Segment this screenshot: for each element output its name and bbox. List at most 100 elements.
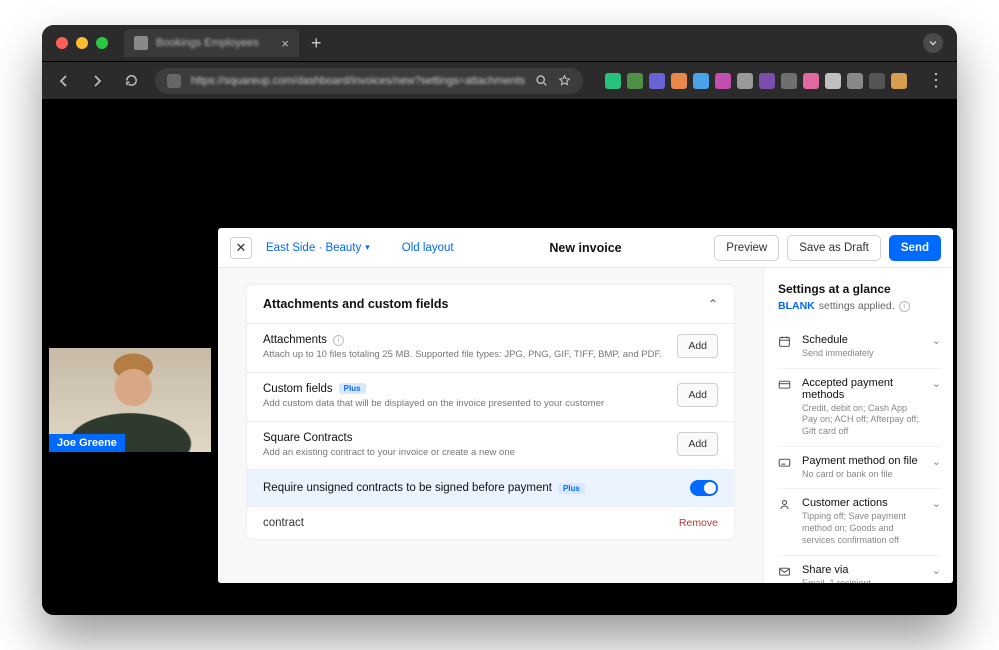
card-icon <box>778 378 792 391</box>
browser-menu-button[interactable]: ⋮ <box>927 70 945 91</box>
row-title: Attachments <box>263 334 327 346</box>
glance-title: Payment method on file <box>802 455 922 467</box>
info-icon[interactable]: i <box>899 301 910 312</box>
require-signed-row: Require unsigned contracts to be signed … <box>247 469 734 506</box>
row-sub: Attach up to 10 files totaling 25 MB. Su… <box>263 349 667 362</box>
location-label: East Side · Beauty <box>266 242 361 254</box>
info-icon[interactable]: i <box>333 335 344 346</box>
glance-item[interactable]: Payment method on file No card or bank on… <box>778 446 941 489</box>
address-bar[interactable]: https://squareup.com/dashboard/invoices/… <box>155 68 583 94</box>
extension-icon[interactable] <box>693 73 709 89</box>
glance-title: Schedule <box>802 334 922 346</box>
nav-reload-button[interactable] <box>121 71 141 91</box>
close-button[interactable]: ✕ <box>230 237 252 259</box>
glance-title: Customer actions <box>802 497 922 509</box>
chevron-down-icon: ▾ <box>365 242 370 253</box>
extension-icon[interactable] <box>869 73 885 89</box>
tabs-overflow-button[interactable] <box>923 33 943 53</box>
site-info-icon[interactable] <box>167 74 181 88</box>
settings-panel: Settings at a glance BLANK settings appl… <box>763 268 953 583</box>
settings-applied-text: settings applied. <box>819 300 895 312</box>
location-dropdown[interactable]: East Side · Beauty ▾ <box>266 242 370 254</box>
card-header[interactable]: Attachments and custom fields ⌃ <box>247 285 734 323</box>
extension-icon[interactable] <box>781 73 797 89</box>
attachments-row: Attachments i Attach up to 10 files tota… <box>247 323 734 372</box>
new-tab-button[interactable]: + <box>311 33 322 54</box>
extension-icon[interactable] <box>605 73 621 89</box>
glance-sub: Email, 1 recipient <box>802 578 922 584</box>
nav-forward-button[interactable] <box>88 71 108 91</box>
extension-icon[interactable] <box>715 73 731 89</box>
app-header: ✕ East Side · Beauty ▾ Old layout New in… <box>218 228 953 268</box>
glance-sub: Tipping off; Save payment method on; Goo… <box>802 511 922 546</box>
browser-window: Bookings Employees × + https://squareup.… <box>42 25 957 615</box>
add-contract-button[interactable]: Add <box>677 432 718 456</box>
traffic-lights <box>56 37 108 49</box>
window-close-button[interactable] <box>56 37 68 49</box>
chevron-down-icon: ⌄ <box>932 455 941 468</box>
plus-badge: Plus <box>558 483 585 494</box>
card-title: Attachments and custom fields <box>263 297 448 311</box>
attachments-card: Attachments and custom fields ⌃ Attachme… <box>246 284 735 540</box>
chevron-up-icon: ⌃ <box>708 297 718 311</box>
app-window: ✕ East Side · Beauty ▾ Old layout New in… <box>218 228 953 583</box>
row-title: Square Contracts <box>263 432 353 444</box>
custom-fields-row: Custom fields Plus Add custom data that … <box>247 372 734 421</box>
nav-back-button[interactable] <box>54 71 74 91</box>
plus-badge: Plus <box>339 383 366 394</box>
tab-close-button[interactable]: × <box>281 36 289 51</box>
extension-icon[interactable] <box>737 73 753 89</box>
chevron-down-icon: ⌄ <box>932 497 941 510</box>
require-signed-toggle[interactable] <box>690 480 718 496</box>
glance-item[interactable]: Accepted payment methodsCredit, debit on… <box>778 368 941 446</box>
extension-icon[interactable] <box>671 73 687 89</box>
window-minimize-button[interactable] <box>76 37 88 49</box>
settings-template-link[interactable]: BLANK <box>778 300 815 312</box>
extension-icon[interactable] <box>891 73 907 89</box>
chevron-down-icon: ⌄ <box>932 334 941 347</box>
settings-title: Settings at a glance <box>778 282 941 296</box>
glance-item[interactable]: ScheduleSend immediately⌄ <box>778 326 941 368</box>
send-button[interactable]: Send <box>889 235 941 261</box>
presenter-webcam: Joe Greene <box>47 346 213 454</box>
extension-icon[interactable] <box>825 73 841 89</box>
person-icon <box>778 498 792 511</box>
main-column: Attachments and custom fields ⌃ Attachme… <box>218 268 763 583</box>
row-title: Custom fields <box>263 383 333 395</box>
extension-icon[interactable] <box>803 73 819 89</box>
row-title: Require unsigned contracts to be signed … <box>263 482 552 494</box>
extensions-strip <box>605 73 907 89</box>
cardfile-icon <box>778 456 792 469</box>
browser-viewport: ✕ East Side · Beauty ▾ Old layout New in… <box>42 99 957 615</box>
contract-name: contract <box>263 517 304 529</box>
row-sub: Add custom data that will be displayed o… <box>263 398 667 411</box>
glance-title: Accepted payment methods <box>802 377 922 401</box>
search-icon[interactable] <box>535 74 548 87</box>
extension-icon[interactable] <box>759 73 775 89</box>
settings-applied: BLANK settings applied. i <box>778 300 941 312</box>
contract-item-row: contract Remove <box>247 506 734 539</box>
presenter-name: Joe Greene <box>49 434 125 452</box>
square-contracts-row: Square Contracts Add an existing contrac… <box>247 421 734 470</box>
add-custom-field-button[interactable]: Add <box>677 383 718 407</box>
tab-favicon <box>134 36 148 50</box>
preview-button[interactable]: Preview <box>714 235 779 261</box>
glance-sub: Credit, debit on; Cash App Pay on; ACH o… <box>802 403 922 438</box>
extension-icon[interactable] <box>847 73 863 89</box>
page-title: New invoice <box>549 241 621 255</box>
window-maximize-button[interactable] <box>96 37 108 49</box>
save-draft-button[interactable]: Save as Draft <box>787 235 881 261</box>
remove-contract-link[interactable]: Remove <box>679 517 718 529</box>
address-bar-url: https://squareup.com/dashboard/invoices/… <box>191 75 525 87</box>
glance-sub: No card or bank on file <box>802 469 922 481</box>
chevron-down-icon: ⌄ <box>932 564 941 577</box>
extension-icon[interactable] <box>649 73 665 89</box>
bookmark-star-icon[interactable] <box>558 74 571 87</box>
extension-icon[interactable] <box>627 73 643 89</box>
browser-tab[interactable]: Bookings Employees × <box>124 29 299 57</box>
old-layout-link[interactable]: Old layout <box>402 242 454 254</box>
window-titlebar: Bookings Employees × + <box>42 25 957 61</box>
glance-item[interactable]: Customer actions Tipping off; Save paymen… <box>778 488 941 554</box>
add-attachment-button[interactable]: Add <box>677 334 718 358</box>
glance-item[interactable]: Share viaEmail, 1 recipient⌄ <box>778 555 941 584</box>
